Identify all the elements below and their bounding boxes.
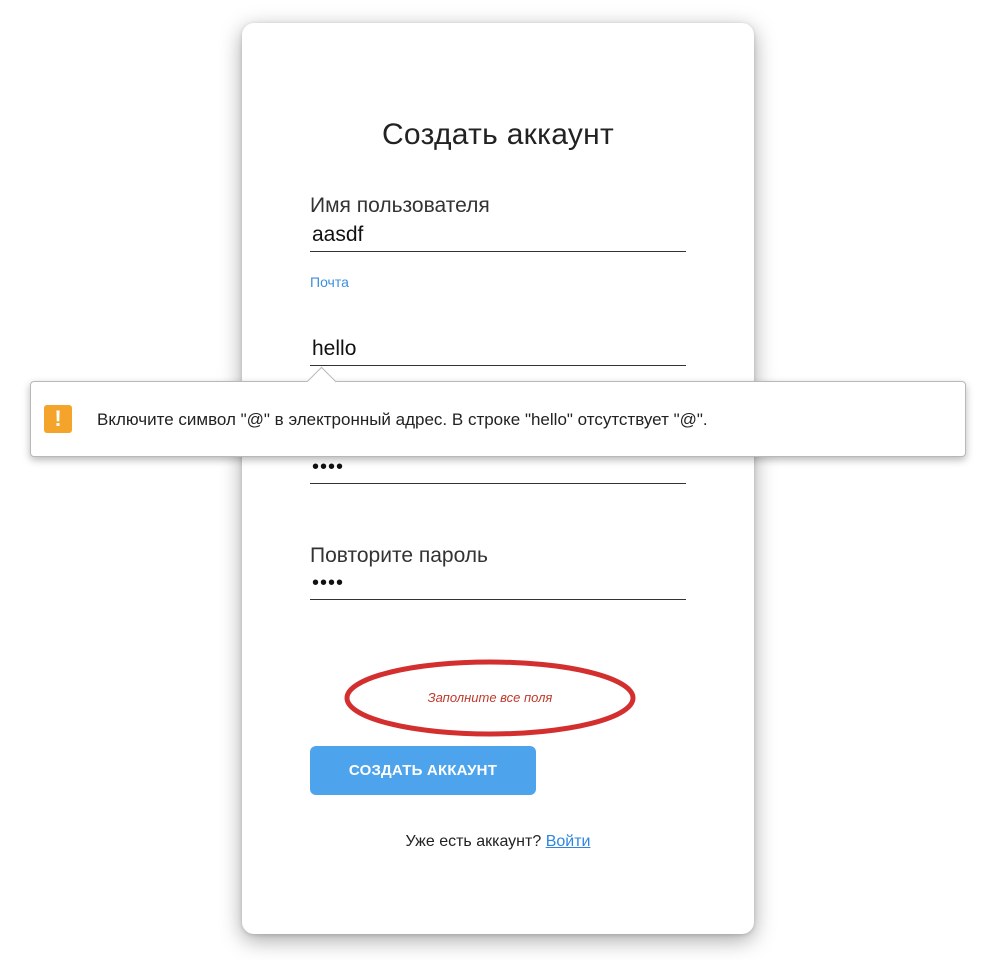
repeat-password-input[interactable] (310, 567, 686, 599)
create-account-button[interactable]: СОЗДАТЬ АККАУНТ (310, 746, 536, 795)
email-field-wrap (310, 333, 686, 366)
tooltip-message: Включите символ "@" в электронный адрес.… (97, 410, 708, 429)
repeat-password-label: Повторите пароль (310, 544, 488, 567)
page-title: Создать аккаунт (381, 118, 615, 151)
username-label: Имя пользователя (310, 194, 490, 217)
login-link[interactable]: Войти (546, 833, 591, 850)
page: Создать аккаунт Имя пользователя Почта П… (0, 0, 992, 960)
email-input[interactable] (310, 333, 686, 365)
error-message: Заполните все поля (427, 690, 553, 705)
login-prompt-text: Уже есть аккаунт? (405, 833, 542, 850)
error-annotation: Заполните все поля (342, 656, 638, 740)
username-field-wrap (310, 219, 686, 252)
signup-card: Создать аккаунт Имя пользователя Почта П… (242, 23, 754, 934)
username-input[interactable] (310, 219, 686, 251)
repeat-password-field-wrap (310, 567, 686, 600)
email-label: Почта (310, 274, 349, 290)
login-prompt-line: Уже есть аккаунт? Войти (242, 832, 754, 852)
validation-tooltip: ! Включите символ "@" в электронный адре… (30, 366, 966, 457)
warning-icon: ! (44, 405, 72, 433)
